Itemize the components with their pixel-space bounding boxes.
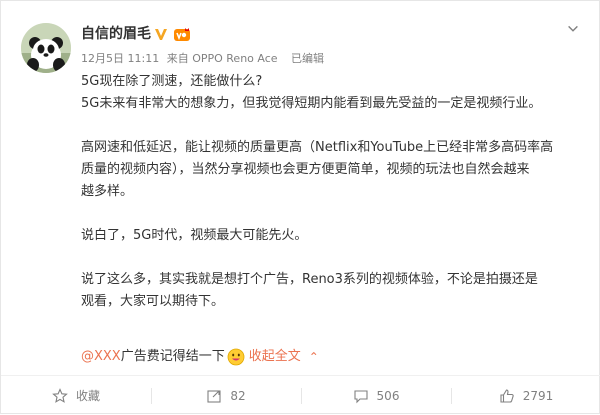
- content-line: 说了这么多，其实我就是想打个广告，Reno3系列的视频体验，不论是拍摄还是: [81, 272, 538, 287]
- content-line: 说白了，5G时代，视频最大可能先火。: [81, 228, 308, 243]
- favorite-button[interactable]: 收藏: [1, 376, 151, 415]
- content-line: 观看，大家可以期待下。: [81, 294, 225, 309]
- mention-link[interactable]: @XXX: [81, 346, 121, 368]
- comment-button[interactable]: 506: [301, 376, 451, 415]
- content-line: 高网速和低延迟，能让视频的质量更高（Netflix和YouTube上已经非常多高…: [81, 140, 554, 155]
- weibo-post-card: 自信的眉毛 12月5日 11:11 来自 OPPO Reno Ace 已编辑 5…: [0, 0, 600, 414]
- thumbs-up-icon: [500, 388, 514, 403]
- mention-text: 广告费记得结一下: [120, 349, 225, 364]
- post-source: 来自 OPPO Reno Ace: [166, 52, 278, 65]
- comment-bubble-icon: [353, 389, 368, 403]
- mention-line: @XXX 广告费记得结一下 收起全文 ⌃: [81, 346, 581, 368]
- repost-icon: [207, 389, 221, 403]
- vip-crown-icon[interactable]: [173, 26, 190, 42]
- post-meta: 12月5日 11:11 来自 OPPO Reno Ace 已编辑: [81, 52, 328, 66]
- comment-count: 506: [376, 388, 400, 403]
- repost-count: 82: [230, 388, 246, 403]
- chevron-up-icon[interactable]: ⌃: [309, 346, 319, 368]
- grinning-emoji-icon: [227, 348, 245, 366]
- collapse-button[interactable]: 收起全文: [249, 346, 301, 368]
- like-count: 2791: [522, 388, 554, 403]
- verified-v-icon[interactable]: [153, 26, 169, 42]
- post-time[interactable]: 12月5日 11:11: [81, 52, 159, 65]
- content-line: 5G现在除了测速，还能做什么?: [81, 74, 263, 89]
- post-content: 5G现在除了测速，还能做什么? 5G未来有非常大的想象力，但我觉得短期内能看到最…: [81, 71, 581, 313]
- content-line: 越多样。: [81, 184, 134, 199]
- user-badges: [153, 25, 190, 43]
- content-line: 质量的视频内容），当然分享视频也会更方便更简单，视频的玩法也自然会越来: [81, 162, 530, 177]
- content-line: 5G未来有非常大的想象力，但我觉得短期内能看到最先受益的一定是视频行业。: [81, 96, 542, 111]
- chevron-down-icon[interactable]: [563, 19, 583, 39]
- avatar[interactable]: [21, 23, 71, 73]
- edited-label[interactable]: 已编辑: [291, 52, 324, 65]
- favorite-label: 收藏: [75, 389, 100, 403]
- like-button[interactable]: 2791: [451, 376, 600, 415]
- action-bar: 收藏 82 506 2791: [1, 375, 600, 415]
- username[interactable]: 自信的眉毛: [81, 25, 151, 43]
- star-icon: [52, 387, 68, 403]
- panda-avatar-image: [21, 23, 71, 73]
- repost-button[interactable]: 82: [151, 376, 301, 415]
